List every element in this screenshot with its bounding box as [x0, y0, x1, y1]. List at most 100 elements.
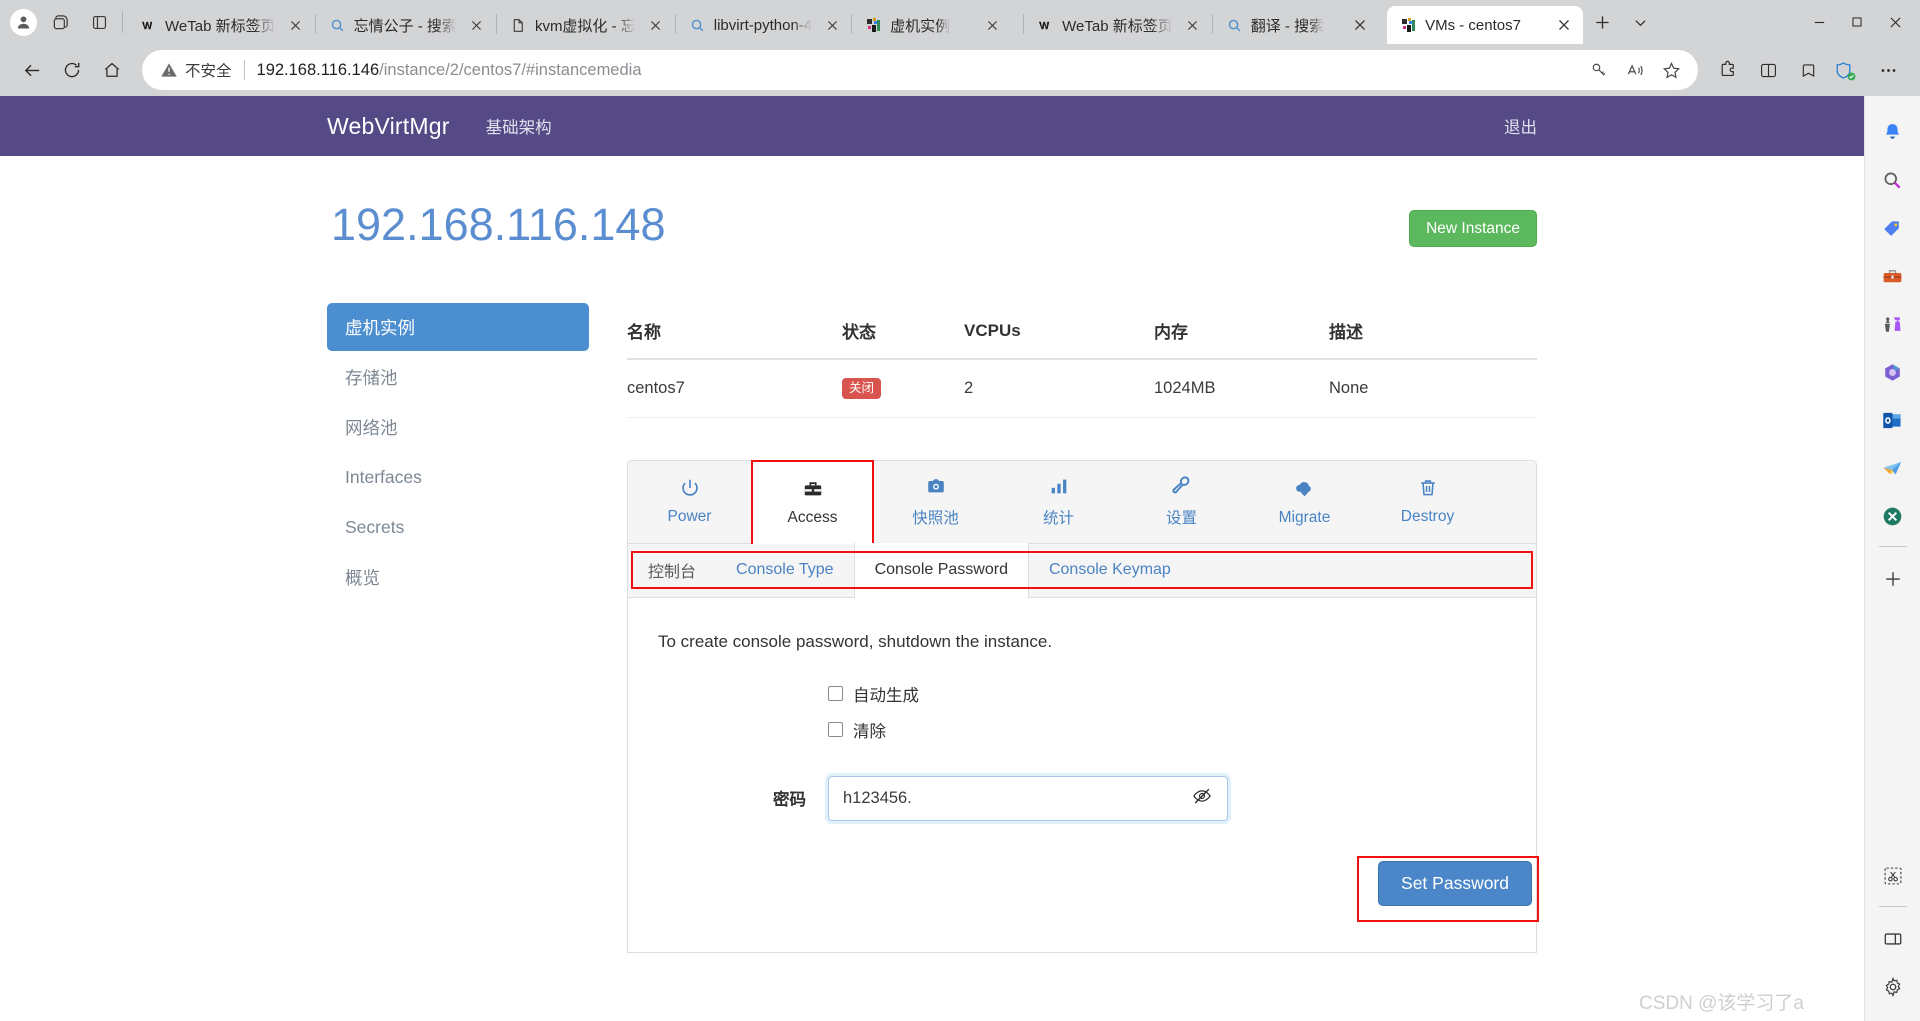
tab-title: 忘情公子 - 搜索: [353, 17, 457, 35]
browser-tab-active[interactable]: VMs - centos7: [1387, 6, 1584, 44]
access-tab-highlight: [751, 459, 874, 546]
tab-title: WeTab 新标签页: [165, 17, 276, 35]
new-instance-button[interactable]: New Instance: [1409, 210, 1537, 248]
office-icon[interactable]: [1873, 352, 1913, 392]
add-icon[interactable]: [1873, 559, 1913, 599]
auto-generate-checkbox[interactable]: [828, 686, 843, 701]
browser-tab[interactable]: kvm虚拟化 - 忘: [497, 6, 675, 44]
tab-power[interactable]: Power: [628, 461, 751, 543]
table-row[interactable]: centos7 关闭 2 1024MB None: [627, 359, 1537, 418]
auto-generate-checkbox-group[interactable]: 自动生成: [828, 682, 919, 706]
close-icon[interactable]: [819, 12, 845, 38]
nav-link-infrastructure[interactable]: 基础架构: [486, 114, 552, 138]
cell-description: None: [1329, 359, 1537, 418]
sidebar-item-storage-pools[interactable]: 存储池: [327, 353, 589, 401]
shopping-tag-icon[interactable]: [1873, 208, 1913, 248]
extensions-icon[interactable]: [1708, 50, 1748, 90]
cell-memory: 1024MB: [1154, 359, 1329, 418]
set-password-button[interactable]: Set Password: [1378, 860, 1532, 906]
outlook-icon[interactable]: [1873, 400, 1913, 440]
logout-link[interactable]: 退出: [1504, 114, 1537, 138]
browser-tab[interactable]: libvirt-python-4: [676, 6, 851, 44]
telegram-icon[interactable]: [1873, 448, 1913, 488]
tab-actions-icon[interactable]: [80, 3, 118, 41]
auto-generate-row: 自动生成: [628, 682, 1536, 706]
key-icon[interactable]: [1582, 53, 1616, 87]
chevron-down-icon[interactable]: [1621, 3, 1659, 41]
toolbox-icon: [804, 481, 821, 495]
tab-settings[interactable]: 设置: [1120, 461, 1243, 543]
copilot-bell-icon[interactable]: [1873, 112, 1913, 152]
address-bar[interactable]: 不安全 192.168.116.146/instance/2/centos7/#…: [142, 50, 1698, 90]
tab-access[interactable]: Access: [751, 459, 874, 546]
url-host: 192.168.116.146: [256, 60, 380, 79]
subtab-console-password[interactable]: Console Password: [631, 542, 1533, 598]
clear-checkbox[interactable]: [828, 722, 843, 737]
close-icon[interactable]: [1551, 12, 1577, 38]
home-button[interactable]: [92, 50, 132, 90]
clear-checkbox-group[interactable]: 清除: [828, 718, 886, 742]
split-pane-icon[interactable]: [1873, 919, 1913, 959]
favorite-icon[interactable]: [1654, 53, 1688, 87]
close-icon[interactable]: [979, 12, 1005, 38]
tab-migrate[interactable]: Migrate: [1243, 461, 1366, 543]
app-brand[interactable]: WebVirtMgr: [327, 113, 450, 140]
close-icon[interactable]: [464, 12, 490, 38]
tab-statistics[interactable]: 统计: [997, 461, 1120, 543]
password-input[interactable]: h123456.: [828, 775, 1228, 821]
xbox-icon[interactable]: [1873, 496, 1913, 536]
security-indicator[interactable]: 不安全: [160, 59, 232, 81]
camera-icon: [927, 479, 944, 493]
tab-snapshots[interactable]: 快照池: [874, 461, 997, 543]
browser-essentials-icon[interactable]: [1828, 50, 1868, 90]
workspaces-icon[interactable]: [42, 3, 80, 41]
screenshot-icon[interactable]: [1873, 856, 1913, 896]
page-container: 192.168.116.148 New Instance 虚机实例 存储池 网络…: [327, 156, 1539, 953]
close-icon[interactable]: [1347, 12, 1373, 38]
profile-button[interactable]: [4, 3, 42, 41]
read-aloud-icon[interactable]: [1618, 53, 1652, 87]
sidebar-item-interfaces[interactable]: Interfaces: [327, 453, 589, 501]
subtab-console-keymap[interactable]: Console Keymap: [1029, 544, 1191, 597]
eye-slash-icon[interactable]: [1191, 785, 1213, 812]
new-tab-button[interactable]: [1583, 3, 1621, 41]
tools-icon[interactable]: [1873, 256, 1913, 296]
sidebar-item-secrets[interactable]: Secrets: [327, 503, 589, 551]
avatar: [9, 8, 37, 36]
sidebar-settings-icon[interactable]: [1873, 967, 1913, 1007]
collections-icon[interactable]: [1788, 50, 1828, 90]
cell-name[interactable]: centos7: [627, 359, 842, 418]
browser-tab[interactable]: WeTab 新标签页: [1024, 6, 1212, 44]
sidebar-item-instances[interactable]: 虚机实例: [327, 303, 589, 351]
browser-tab[interactable]: 虚机实例: [852, 6, 1023, 44]
split-screen-icon[interactable]: [1748, 50, 1788, 90]
sidebar-item-overview[interactable]: 概览: [327, 553, 589, 601]
url-text[interactable]: 192.168.116.146/instance/2/centos7/#inst…: [257, 61, 1582, 80]
games-icon[interactable]: [1873, 304, 1913, 344]
th-description: 描述: [1329, 303, 1537, 360]
browser-tab[interactable]: WeTab 新标签页: [127, 6, 315, 44]
minimize-button[interactable]: [1800, 3, 1838, 41]
tab-destroy[interactable]: Destroy: [1366, 461, 1489, 543]
search-icon[interactable]: [1873, 160, 1913, 200]
browser-tab[interactable]: 翻译 - 搜索: [1213, 6, 1387, 44]
refresh-button[interactable]: [52, 50, 92, 90]
subtab-label: Console Password: [874, 561, 1008, 578]
browser-tab[interactable]: 忘情公子 - 搜索: [316, 6, 496, 44]
tab-label: 快照池: [912, 510, 959, 527]
subtab-console[interactable]: 控制台: [628, 544, 716, 597]
close-icon[interactable]: [643, 12, 669, 38]
password-label: 密码: [773, 791, 806, 809]
password-value: h123456.: [843, 788, 912, 807]
maximize-button[interactable]: [1838, 3, 1876, 41]
tab-label: Power: [667, 508, 712, 525]
close-icon[interactable]: [283, 12, 309, 38]
tab-label: Access: [787, 508, 838, 526]
close-icon[interactable]: [1180, 12, 1206, 38]
sidebar-item-network-pools[interactable]: 网络池: [327, 403, 589, 451]
webvirtmgr-icon: [1399, 16, 1418, 35]
back-button[interactable]: [12, 50, 52, 90]
close-window-button[interactable]: [1876, 3, 1914, 41]
settings-more-icon[interactable]: [1868, 50, 1908, 90]
subtab-console-type[interactable]: Console Type: [716, 544, 854, 597]
